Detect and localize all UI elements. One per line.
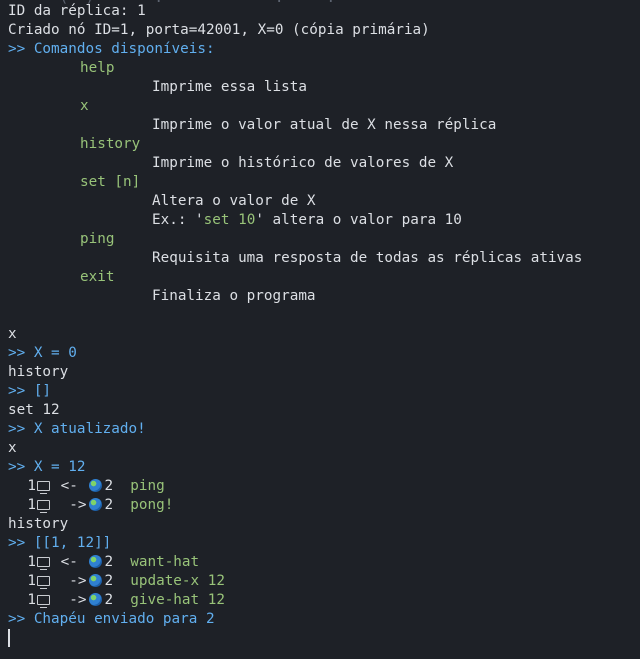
message-log-line: 1 -> 2 give-hat 12 [8,591,640,610]
text-cursor[interactable] [8,629,10,647]
command-name: history [80,136,141,152]
source-node-id: 1 [27,497,36,513]
direction-arrow: -> [69,497,87,513]
command-description: Requisita uma resposta de todas as répli… [152,250,583,266]
globe-icon [89,574,103,587]
command-name: x [80,98,89,114]
message-text: pong! [130,497,174,513]
globe-icon [89,593,103,606]
terminal-output[interactable]: - - ( ) ~ ~ . - - - ~ . ~ . ~ - ID da ré… [8,0,640,648]
direction-arrow: <- [60,554,78,570]
globe-icon [89,479,103,492]
user-command: x [8,326,17,342]
target-node-id: 2 [104,573,114,589]
input-prompt-line[interactable] [8,629,640,648]
user-command: history [8,516,69,532]
direction-arrow: -> [69,573,87,589]
user-command: x [8,440,17,456]
message-text: want-hat [130,554,200,570]
globe-icon [89,498,103,511]
target-node-id: 2 [104,497,114,513]
message-log-line: 1 -> 2 pong! [8,496,640,515]
direction-arrow: -> [69,592,87,608]
command-description: Finaliza o programa [152,288,316,304]
command-name: help [80,60,115,76]
command-output: >> [] [8,383,52,399]
command-description: Imprime essa lista [152,79,307,95]
command-description: Imprime o valor atual de X nessa réplica [152,117,497,133]
command-name: exit [80,269,115,285]
command-description: Altera o valor de X [152,193,316,209]
direction-arrow: <- [60,478,78,494]
example-prefix: Ex.: ' [152,212,204,228]
command-output: >> Chapéu enviado para 2 [8,611,215,627]
user-command: set 12 [8,402,60,418]
computer-icon [37,481,50,494]
source-node-id: 1 [27,573,36,589]
command-output: >> X = 0 [8,345,77,361]
command-description: Imprime o histórico de valores de X [152,155,454,171]
created-node-line: Criado nó ID=1, porta=42001, X=0 (cópia … [8,22,430,38]
computer-icon [37,576,50,589]
example-code: set 10 [203,212,256,228]
computer-icon [37,595,50,608]
command-name: ping [80,231,115,247]
target-node-id: 2 [104,478,114,494]
message-log-line: 1 -> 2 update-x 12 [8,572,640,591]
target-node-id: 2 [104,554,114,570]
command-output: >> X atualizado! [8,421,146,437]
command-output: >> [[1, 12]] [8,535,112,551]
message-text: ping [130,478,165,494]
message-log-line: 1 <- 2 ping [8,477,640,496]
source-node-id: 1 [27,554,36,570]
globe-icon [89,555,103,568]
example-suffix: ' altera o valor para 10 [255,212,462,228]
message-log-line: 1 <- 2 want-hat [8,553,640,572]
message-text: give-hat 12 [130,592,225,608]
target-node-id: 2 [104,592,114,608]
command-output: >> X = 12 [8,459,86,475]
computer-icon [37,557,50,570]
message-text: update-x 12 [130,573,225,589]
command-name: set [n] [80,174,141,190]
computer-icon [37,500,50,513]
user-command: history [8,364,69,380]
commands-header: >> Comandos disponíveis: [8,41,215,57]
command-example: Ex.: 'set 10' altera o valor para 10 [8,211,640,230]
source-node-id: 1 [27,592,36,608]
source-node-id: 1 [27,478,36,494]
partial-line: - - ( ) ~ ~ . - - - ~ . ~ . ~ - [8,0,387,8]
